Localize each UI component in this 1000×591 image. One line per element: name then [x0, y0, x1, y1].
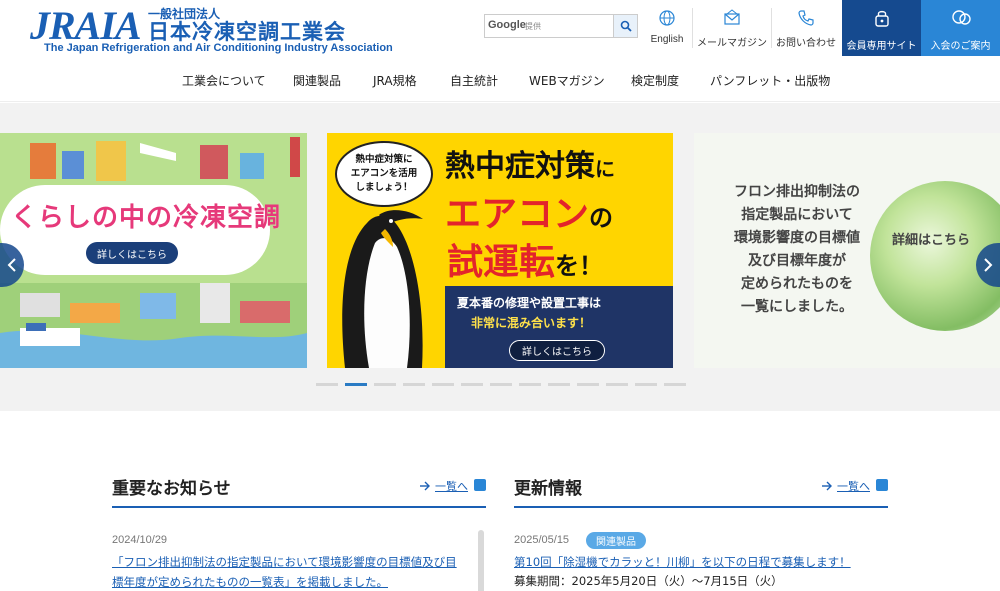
slide1-details-button[interactable]: 詳しくはこちら	[86, 242, 178, 264]
slide-heatstroke-aircon[interactable]: 熱中症対策に エアコンを活用 しましょう！ 熱中症対策に エアコンの 試運転を！…	[327, 133, 673, 368]
slider-dot[interactable]	[374, 383, 396, 386]
slide2-notice-line2: 非常に混み合います！	[471, 316, 592, 330]
chevron-right-icon	[984, 258, 993, 272]
category-badge: 関連製品	[586, 532, 646, 549]
rss-icon[interactable]	[876, 479, 888, 491]
slider-dot[interactable]	[519, 383, 541, 386]
slider-dot[interactable]	[316, 383, 338, 386]
slider-dot[interactable]	[635, 383, 657, 386]
slider-dot[interactable]	[548, 383, 570, 386]
header-divider	[692, 8, 693, 48]
join-guide-button[interactable]: 入会のご案内	[921, 0, 1000, 56]
arrow-right-icon	[420, 481, 430, 491]
rss-icon[interactable]	[474, 479, 486, 491]
contact-link[interactable]: お問い合わせ	[775, 0, 837, 56]
slide1-title: くらしの中の冷凍空調	[11, 203, 282, 233]
globe-icon	[659, 10, 675, 26]
member-site-button[interactable]: 会員専用サイト	[842, 0, 921, 56]
slider-dot[interactable]	[606, 383, 628, 386]
phone-icon	[798, 10, 814, 26]
slider-dot[interactable]	[577, 383, 599, 386]
arrow-right-icon	[822, 481, 832, 491]
update-date: 2025/05/15	[514, 534, 570, 546]
slide3-details-link[interactable]: 詳細はこちら	[892, 229, 970, 248]
slide2-title-line3: 試運転を！	[447, 242, 604, 283]
member-site-label: 会員専用サイト	[846, 41, 917, 52]
english-link[interactable]: English	[645, 0, 689, 56]
important-news-more-link[interactable]: 一覧へ	[419, 478, 468, 494]
slide2-notice-line1: 夏本番の修理や設置工事は	[457, 296, 602, 310]
nav-certification[interactable]: 検定制度	[631, 72, 679, 89]
slide2-details-button[interactable]: 詳しくはこちら	[509, 340, 605, 361]
nav-jra-standards[interactable]: JRA規格	[373, 72, 417, 89]
nav-web-magazine[interactable]: WEBマガジン	[529, 72, 605, 89]
updates-more-link[interactable]: 一覧へ	[821, 478, 870, 494]
news-date: 2024/10/29	[112, 534, 168, 546]
english-label: English	[650, 34, 684, 45]
slider-dot[interactable]	[432, 383, 454, 386]
section-rule	[112, 506, 486, 508]
nav-pamphlets[interactable]: パンフレット・出版物	[710, 72, 830, 89]
slide-living-refrigeration[interactable]: くらしの中の冷凍空調 詳しくはこちら	[0, 133, 307, 368]
slide-fluorocarbon-list[interactable]: フロン排出抑制法の 指定製品において 環境影響度の目標値 及び目標年度が 定めら…	[694, 133, 1000, 368]
slide2-notice-box: 夏本番の修理や設置工事は 非常に混み合います！ 詳しくはこちら	[445, 286, 673, 368]
important-news-title: 重要なお知らせ	[112, 479, 231, 499]
mail-magazine-link[interactable]: メールマガジン	[696, 0, 768, 56]
slider-dot[interactable]	[664, 383, 686, 386]
slider-dot[interactable]	[403, 383, 425, 386]
nav-products[interactable]: 関連製品	[293, 72, 341, 89]
news-scrollbar[interactable]	[478, 530, 484, 591]
site-header: JRAIA 一般社団法人 日本冷凍空調工業会 The Japan Refrige…	[0, 0, 1000, 56]
news-article-link[interactable]: 「フロン排出抑制法の指定製品において環境影響度の目標値及び目標年度が定められたも…	[112, 552, 466, 591]
mail-icon	[724, 9, 740, 25]
slider-dot[interactable]	[461, 383, 483, 386]
search-icon	[620, 20, 632, 32]
hero-slider: くらしの中の冷凍空調 詳しくはこちら 熱中症対策に エアコンを活用 しましょう！…	[0, 103, 1000, 411]
join-guide-label: 入会のご案内	[930, 41, 991, 52]
search-input[interactable]	[485, 15, 613, 37]
penguin-illustration	[342, 210, 423, 368]
search-button[interactable]	[613, 15, 637, 37]
slider-dot[interactable]	[490, 383, 512, 386]
updates-title: 更新情報	[514, 479, 582, 499]
slide2-speech-bubble: 熱中症対策に エアコンを活用 しましょう！	[335, 141, 433, 207]
slide3-description: フロン排出抑制法の 指定製品において 環境影響度の目標値 及び目標年度が 定めら…	[734, 184, 860, 315]
logo-english-name: The Japan Refrigeration and Air Conditio…	[44, 42, 393, 54]
update-period-text: 募集期間：2025年5月20日（火）～7月15日（火）	[514, 574, 783, 588]
lock-icon	[874, 10, 889, 27]
chevron-left-icon	[7, 258, 16, 272]
site-search: Google 提供	[484, 14, 638, 38]
nav-about[interactable]: 工業会について	[182, 72, 266, 89]
nav-statistics[interactable]: 自主統計	[450, 72, 498, 89]
section-rule	[514, 506, 888, 508]
update-article-link[interactable]: 第10回「除湿機でカラッと！川柳」を以下の日程で募集します！	[514, 552, 868, 572]
chat-bubble-icon	[951, 10, 971, 25]
header-divider	[771, 8, 772, 48]
mail-magazine-label: メールマガジン	[697, 38, 767, 49]
site-logo[interactable]: JRAIA 一般社団法人 日本冷凍空調工業会 The Japan Refrige…	[30, 4, 410, 55]
global-nav: 工業会について 関連製品 JRA規格 自主統計 WEBマガジン 検定制度 パンフ…	[0, 56, 1000, 102]
contact-label: お問い合わせ	[776, 38, 836, 49]
slider-dot[interactable]	[345, 383, 367, 386]
slide2-title-line1: 熱中症対策に	[445, 149, 615, 184]
slide2-title-line2: エアコンの	[445, 194, 614, 235]
slider-pagination	[316, 383, 686, 389]
